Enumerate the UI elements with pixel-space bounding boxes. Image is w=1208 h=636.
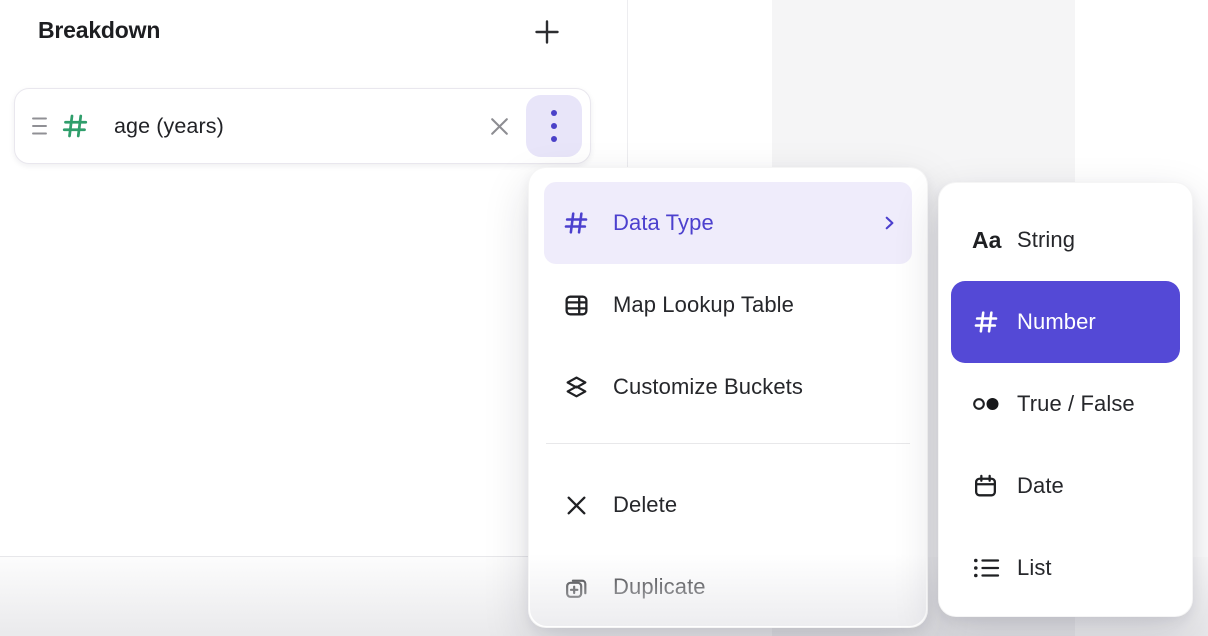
menu-item-label: Map Lookup Table: [613, 292, 794, 318]
hash-number-icon: [561, 209, 591, 237]
field-options-button[interactable]: [526, 95, 582, 157]
menu-item-label: Data Type: [613, 210, 714, 236]
field-name-label: age (years): [114, 114, 483, 139]
submenu-item-label: Number: [1017, 309, 1096, 335]
menu-item-customize-buckets[interactable]: Customize Buckets: [544, 346, 912, 428]
field-options-menu: Data Type Map Lookup Table: [528, 167, 928, 628]
breakdown-field-card[interactable]: age (years): [14, 88, 591, 164]
submenu-item-label: Date: [1017, 473, 1064, 499]
plus-icon: [533, 18, 561, 46]
submenu-item-label: List: [1017, 555, 1052, 581]
submenu-item-label: True / False: [1017, 391, 1135, 417]
app-screen: Breakdown age (years): [0, 0, 1208, 636]
table-icon: [561, 292, 591, 319]
menu-item-label: Customize Buckets: [613, 374, 803, 400]
submenu-item-true-false[interactable]: True / False: [951, 363, 1180, 445]
kebab-menu-icon: [551, 110, 558, 143]
submenu-item-date[interactable]: Date: [951, 445, 1180, 527]
menu-divider: [546, 443, 910, 444]
submenu-item-label: String: [1017, 227, 1075, 253]
menu-item-label: Duplicate: [613, 574, 706, 600]
chevron-right-icon: [880, 214, 898, 232]
menu-item-data-type[interactable]: Data Type: [544, 182, 912, 264]
calendar-icon: [972, 473, 1006, 500]
data-type-submenu: Aa String Number True / False: [938, 182, 1193, 617]
true-false-circles-icon: [972, 392, 1006, 416]
layers-icon: [561, 374, 591, 401]
menu-item-duplicate[interactable]: Duplicate: [544, 546, 912, 628]
close-icon: [487, 114, 512, 139]
submenu-item-number[interactable]: Number: [951, 281, 1180, 363]
list-icon: [972, 555, 1006, 581]
menu-item-delete[interactable]: Delete: [544, 464, 912, 546]
breakdown-section-title: Breakdown: [38, 17, 160, 44]
submenu-item-list[interactable]: List: [951, 527, 1180, 609]
hash-number-icon: [972, 308, 1006, 336]
x-icon: [561, 493, 591, 518]
add-breakdown-button[interactable]: [530, 15, 564, 49]
hash-number-icon: [60, 111, 90, 141]
menu-item-map-lookup-table[interactable]: Map Lookup Table: [544, 264, 912, 346]
string-aa-icon: Aa: [972, 227, 1006, 254]
submenu-item-string[interactable]: Aa String: [951, 199, 1180, 281]
copy-plus-icon: [561, 574, 591, 601]
remove-field-button[interactable]: [483, 110, 515, 142]
menu-item-label: Delete: [613, 492, 677, 518]
drag-handle-icon[interactable]: [32, 116, 47, 136]
